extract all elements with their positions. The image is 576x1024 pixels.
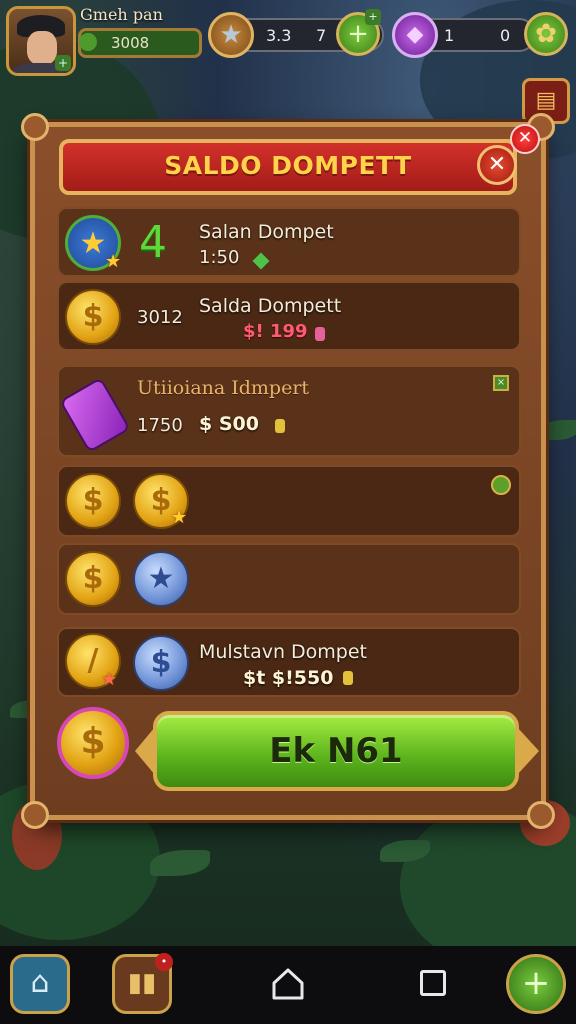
xp-bar: 3008: [78, 28, 202, 58]
system-home-icon[interactable]: [270, 966, 306, 1002]
notification-icon: +: [365, 9, 381, 25]
row-price: $ S00: [199, 413, 259, 435]
xp-value: 3008: [111, 34, 150, 52]
row-number: 3012: [137, 307, 183, 328]
shop-button[interactable]: ✿: [524, 12, 568, 56]
star-icon: ★: [105, 251, 122, 272]
gem-icon: 4: [139, 217, 167, 268]
coin-row[interactable]: $ ★: [57, 543, 521, 615]
select-dot-button[interactable]: [491, 475, 511, 495]
row-price: $t $!550: [243, 667, 334, 689]
arrow-right-icon: [517, 727, 539, 775]
blue-star-coin-icon: ★: [133, 551, 189, 607]
wallet-row[interactable]: ★ ★ 4 Salan Dompet 1:50: [57, 207, 521, 277]
close-button[interactable]: ✕: [477, 145, 517, 185]
arrow-left-icon: [135, 727, 155, 775]
stats-icon: ▮▮: [127, 968, 157, 998]
close-dialog-button[interactable]: ✕: [510, 124, 540, 154]
row-title: Salda Dompett: [199, 295, 342, 317]
gem-count-b: 0: [500, 26, 511, 45]
row-number: 1750: [137, 415, 183, 436]
player-name: Gmeh pan: [80, 5, 163, 24]
gem-icon: [343, 671, 353, 685]
wallet-row[interactable]: $ 3012 Salda Dompett $! 199: [57, 281, 521, 351]
level-up-icon: +: [55, 55, 71, 71]
leaf-icon: [79, 33, 97, 51]
coin-icon: $: [65, 473, 121, 529]
coin-row[interactable]: $ $ ★: [57, 465, 521, 537]
coin-icon: $: [57, 707, 129, 779]
gem-icon: [275, 419, 285, 433]
gem-icon: [315, 327, 325, 341]
star-icon: ★: [171, 507, 188, 528]
star-icon: ★: [208, 12, 254, 58]
row-amount: 1:50: [199, 247, 240, 268]
add-button[interactable]: +: [506, 954, 566, 1014]
special-offer-row[interactable]: Utiioiana Idmpert 1750 $ S00 ×: [57, 365, 521, 457]
wallet-dialog: SALDO DOMPETT ✕ ★ ★ 4 Salan Dompet 1:50 …: [21, 113, 555, 829]
system-recents-icon[interactable]: [420, 970, 446, 996]
add-stars-button[interactable]: + +: [336, 9, 381, 56]
row-title: Mulstavn Dompet: [199, 641, 367, 663]
top-hud: + Gmeh pan 3008 3.3 7 ★ + + 1 0 ◆ ✿: [0, 0, 576, 80]
wallet-row[interactable]: / ★ $ Mulstavn Dompet $t $!550: [57, 627, 521, 697]
dialog-banner: SALDO DOMPETT: [59, 139, 517, 195]
blue-coin-icon: $: [133, 635, 189, 691]
star-count-b: 7: [316, 26, 327, 45]
gem-icon: ◆: [392, 12, 438, 58]
player-avatar[interactable]: +: [6, 6, 76, 76]
confirm-button-label: Ek N61: [269, 731, 403, 771]
dialog-title: SALDO DOMPETT: [164, 151, 412, 180]
confirm-button[interactable]: Ek N61: [135, 711, 539, 791]
home-button[interactable]: ⌂: [10, 954, 70, 1014]
row-title: Utiioiana Idmpert: [137, 377, 310, 399]
star-count-a: 3.3: [266, 26, 292, 45]
gem-icon: [252, 252, 270, 270]
row-title: Salan Dompet: [199, 221, 334, 243]
plus-icon: +: [521, 963, 551, 1003]
info-icon[interactable]: ×: [493, 375, 509, 391]
coin-icon: $: [65, 289, 121, 345]
notification-badge: •: [155, 953, 173, 971]
star-icon: ★: [101, 669, 118, 690]
home-icon: ⌂: [30, 965, 50, 1000]
ticket-icon: [59, 377, 131, 453]
stats-button[interactable]: ▮▮ •: [112, 953, 173, 1014]
gem-count-a: 1: [444, 26, 455, 45]
coin-icon: $: [65, 551, 121, 607]
row-price: $! 199: [243, 321, 308, 342]
